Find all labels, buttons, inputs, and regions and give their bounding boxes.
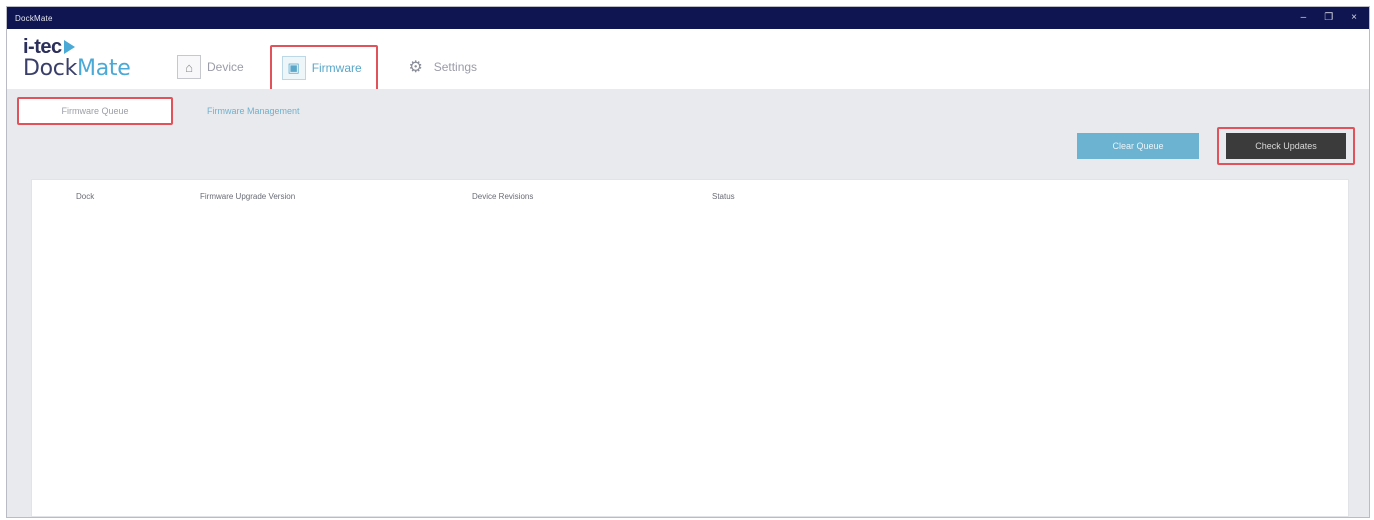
tab-firmware-queue[interactable]: Firmware Queue bbox=[17, 97, 173, 125]
maximize-button[interactable]: ❐ bbox=[1324, 13, 1333, 23]
check-updates-highlight: Check Updates bbox=[1217, 127, 1355, 165]
minimize-button[interactable]: – bbox=[1301, 13, 1307, 23]
clear-queue-button[interactable]: Clear Queue bbox=[1077, 133, 1199, 159]
gear-icon: ⚙ bbox=[408, 59, 423, 76]
logo-product: DockMate bbox=[23, 57, 163, 81]
nav-firmware[interactable]: ▣ Firmware bbox=[269, 45, 378, 91]
window-title: DockMate bbox=[15, 13, 53, 23]
logo: i-tec DockMate bbox=[23, 37, 163, 83]
nav-device[interactable]: ⌂ Device bbox=[171, 50, 250, 84]
logo-arrow-icon bbox=[63, 40, 75, 54]
title-bar[interactable]: DockMate – ❐ × bbox=[7, 7, 1369, 29]
logo-brand: i-tec bbox=[23, 36, 62, 58]
nav-settings[interactable]: ⚙ Settings bbox=[398, 50, 483, 84]
check-updates-button[interactable]: Check Updates bbox=[1226, 133, 1346, 159]
column-header-firmware-version[interactable]: Firmware Upgrade Version bbox=[200, 192, 295, 201]
device-icon: ⌂ bbox=[177, 55, 201, 79]
logo-top: i-tec bbox=[23, 37, 163, 57]
logo-product-accent: Mate bbox=[77, 56, 131, 81]
column-header-device-revisions[interactable]: Device Revisions bbox=[472, 192, 533, 201]
firmware-icon: ▣ bbox=[281, 56, 306, 80]
subtab-bar: Firmware Queue Firmware Management bbox=[17, 97, 328, 125]
logo-product-main: Dock bbox=[23, 56, 78, 81]
nav-device-label: Device bbox=[207, 60, 244, 74]
nav-settings-label: Settings bbox=[433, 60, 478, 74]
table-header: Dock Firmware Upgrade Version Device Rev… bbox=[32, 180, 1348, 214]
column-header-dock[interactable]: Dock bbox=[76, 192, 94, 201]
tab-firmware-management[interactable]: Firmware Management bbox=[179, 97, 328, 125]
app-header: i-tec DockMate ⌂ Device ▣ Firmware ⚙ Set… bbox=[7, 29, 1369, 91]
close-button[interactable]: × bbox=[1351, 13, 1357, 23]
app-window: DockMate – ❐ × i-tec DockMate ⌂ Device ▣… bbox=[6, 6, 1370, 518]
window-controls: – ❐ × bbox=[1301, 13, 1361, 23]
firmware-content: Firmware Queue Firmware Management Clear… bbox=[7, 89, 1369, 517]
main-nav: ⌂ Device ▣ Firmware ⚙ Settings bbox=[171, 43, 503, 91]
column-header-status[interactable]: Status bbox=[712, 192, 735, 201]
nav-firmware-label: Firmware bbox=[311, 61, 362, 75]
firmware-queue-table: Dock Firmware Upgrade Version Device Rev… bbox=[31, 179, 1349, 517]
